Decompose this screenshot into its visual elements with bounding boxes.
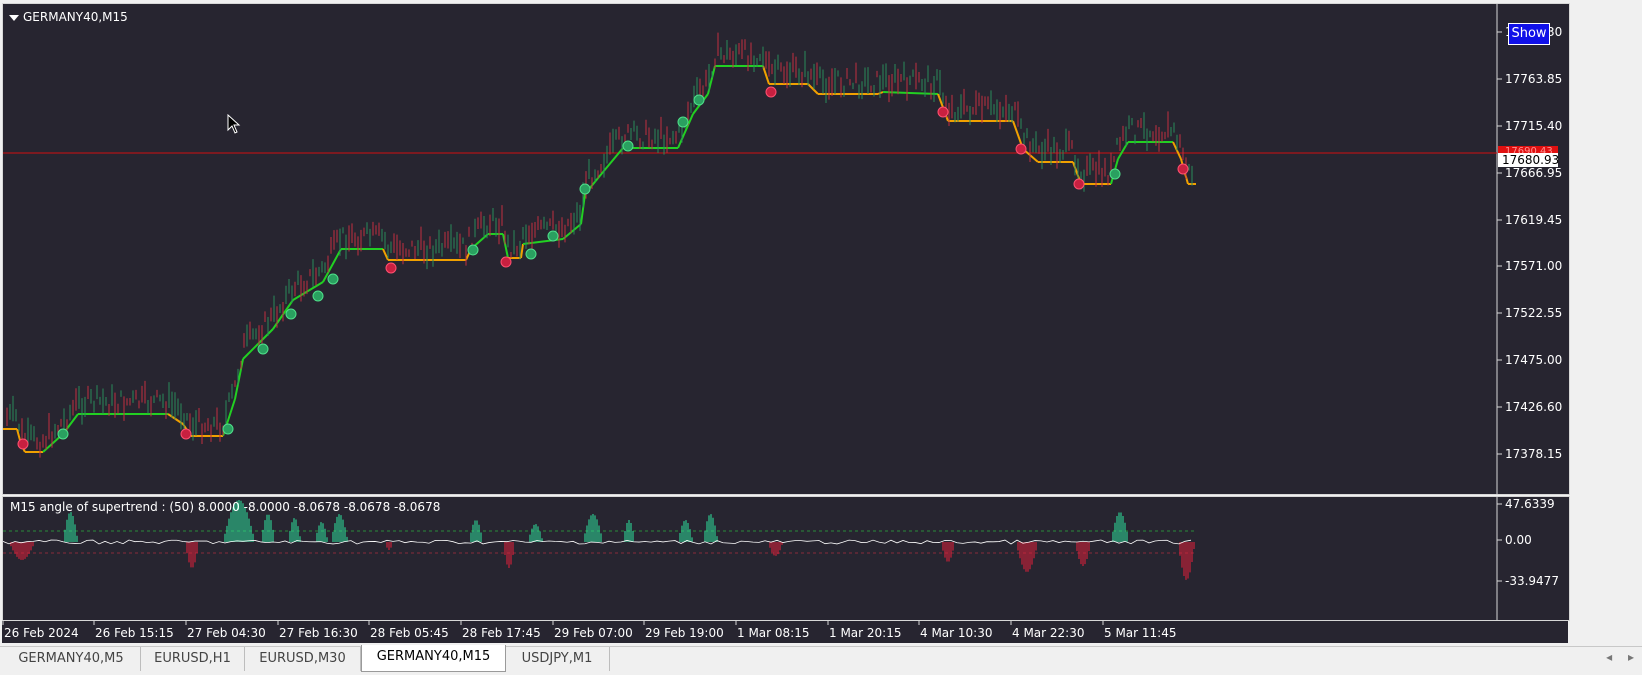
tab-germany40-m5[interactable]: GERMANY40,M5	[2, 647, 141, 671]
price-chart-pane[interactable]: 17812.3017763.8517715.4017666.9517619.45…	[2, 3, 1570, 495]
time-tick-label: 1 Mar 20:15	[829, 626, 902, 640]
price-tick-label: 17763.85	[1505, 72, 1562, 86]
buy-signal-marker	[222, 423, 234, 435]
price-tick-label: 17715.40	[1505, 119, 1562, 133]
buy-signal-marker	[525, 248, 537, 260]
time-tick-label: 27 Feb 04:30	[187, 626, 266, 640]
sell-signal-marker	[1015, 143, 1027, 155]
show-button[interactable]: Show	[1508, 23, 1550, 45]
price-tick-label: 17426.60	[1505, 400, 1562, 414]
supertrend-segment	[807, 83, 819, 95]
buy-signal-marker	[57, 428, 69, 440]
buy-signal-marker	[677, 116, 689, 128]
buy-signal-marker	[1109, 168, 1121, 180]
indicator-tick-label: -33.9477	[1505, 574, 1559, 588]
time-axis-canvas: 26 Feb 2024 26 Feb 15:15 27 Feb 04:30 27 Fe…	[2, 621, 1177, 640]
time-tick-label: 26 Feb 2024	[4, 626, 79, 640]
time-tick-label: 29 Feb 07:00	[554, 626, 633, 640]
chart-symbol-title: GERMANY40,M15	[23, 10, 128, 24]
buy-signal-marker	[467, 244, 479, 256]
sell-signal-marker	[937, 106, 949, 118]
tab-eurusd-h1[interactable]: EURUSD,H1	[141, 647, 245, 671]
time-tick-label: 28 Feb 05:45	[370, 626, 449, 640]
indicator-canvas[interactable]: 47.6339 0.00 -33.9477	[3, 497, 1569, 620]
supertrend-segment	[234, 358, 244, 400]
time-tick-label: 5 Mar 11:45	[1104, 626, 1177, 640]
supertrend-segment	[520, 243, 524, 259]
price-tick-label: 17571.00	[1505, 259, 1562, 273]
chart-menu-triangle-icon[interactable]	[9, 15, 19, 21]
time-tick-label: 1 Mar 08:15	[737, 626, 810, 640]
indicator-pane[interactable]: 47.6339 0.00 -33.9477 M15 angle of supertr…	[2, 496, 1570, 621]
price-tick-label: 17522.55	[1505, 306, 1562, 320]
buy-signal-marker	[257, 343, 269, 355]
time-tick-label: 27 Feb 16:30	[279, 626, 358, 640]
indicator-title: M15 angle of supertrend : (50) 8.0000 -8…	[10, 500, 441, 514]
sell-signal-marker	[180, 428, 192, 440]
time-tick-label: 4 Mar 10:30	[920, 626, 993, 640]
sell-signal-marker	[1177, 163, 1189, 175]
scroll-left-icon[interactable]: ◂	[1606, 650, 1612, 664]
time-tick-label: 29 Feb 19:00	[645, 626, 724, 640]
time-tick-label: 26 Feb 15:15	[95, 626, 174, 640]
sell-signal-marker	[385, 262, 397, 274]
mouse-pointer-icon	[227, 114, 241, 134]
price-tick-label: 17666.95	[1505, 166, 1562, 180]
buy-signal-marker	[693, 94, 705, 106]
supertrend-segment	[562, 223, 582, 240]
chart-window: 17812.3017763.8517715.4017666.9517619.45…	[0, 0, 1642, 646]
time-tick-label: 4 Mar 22:30	[1012, 626, 1085, 640]
price-tick-label: 17475.00	[1505, 353, 1562, 367]
current-price-label: 17680.93	[1502, 153, 1559, 167]
buy-signal-marker	[312, 290, 324, 302]
scroll-right-icon[interactable]: ▸	[1628, 650, 1634, 664]
sell-signal-marker	[765, 86, 777, 98]
price-tick-label: 17378.15	[1505, 447, 1562, 461]
supertrend-segment	[242, 343, 259, 360]
time-tick-label: 28 Feb 17:45	[462, 626, 541, 640]
tab-scroll-controls: ◂ ▸	[1594, 650, 1634, 664]
price-chart-canvas[interactable]: 17812.3017763.8517715.4017666.9517619.45…	[3, 4, 1569, 494]
indicator-tick-label: 0.00	[1505, 533, 1532, 547]
buy-signal-marker	[622, 140, 634, 152]
time-axis: 26 Feb 2024 26 Feb 15:15 27 Feb 04:30 27 Fe…	[2, 621, 1568, 643]
supertrend-segment	[257, 328, 274, 345]
tab-germany40-m15[interactable]: GERMANY40,M15	[361, 645, 506, 672]
buy-signal-marker	[579, 183, 591, 195]
supertrend-segment	[382, 248, 389, 261]
sell-signal-marker	[17, 438, 29, 450]
supertrend-segment	[882, 91, 939, 95]
buy-signal-marker	[285, 308, 297, 320]
sell-signal-marker	[500, 256, 512, 268]
price-tick-label: 17619.45	[1505, 213, 1562, 227]
buy-signal-marker	[547, 230, 559, 242]
tab-eurusd-m30[interactable]: EURUSD,M30	[245, 647, 361, 671]
chart-tab-bar: GERMANY40,M5 EURUSD,H1 EURUSD,M30 GERMAN…	[0, 645, 1642, 675]
indicator-tick-label: 47.6339	[1505, 497, 1555, 511]
buy-signal-marker	[327, 273, 339, 285]
sell-signal-marker	[1073, 178, 1085, 190]
tab-usdjpy-m1[interactable]: USDJPY,M1	[505, 647, 610, 671]
